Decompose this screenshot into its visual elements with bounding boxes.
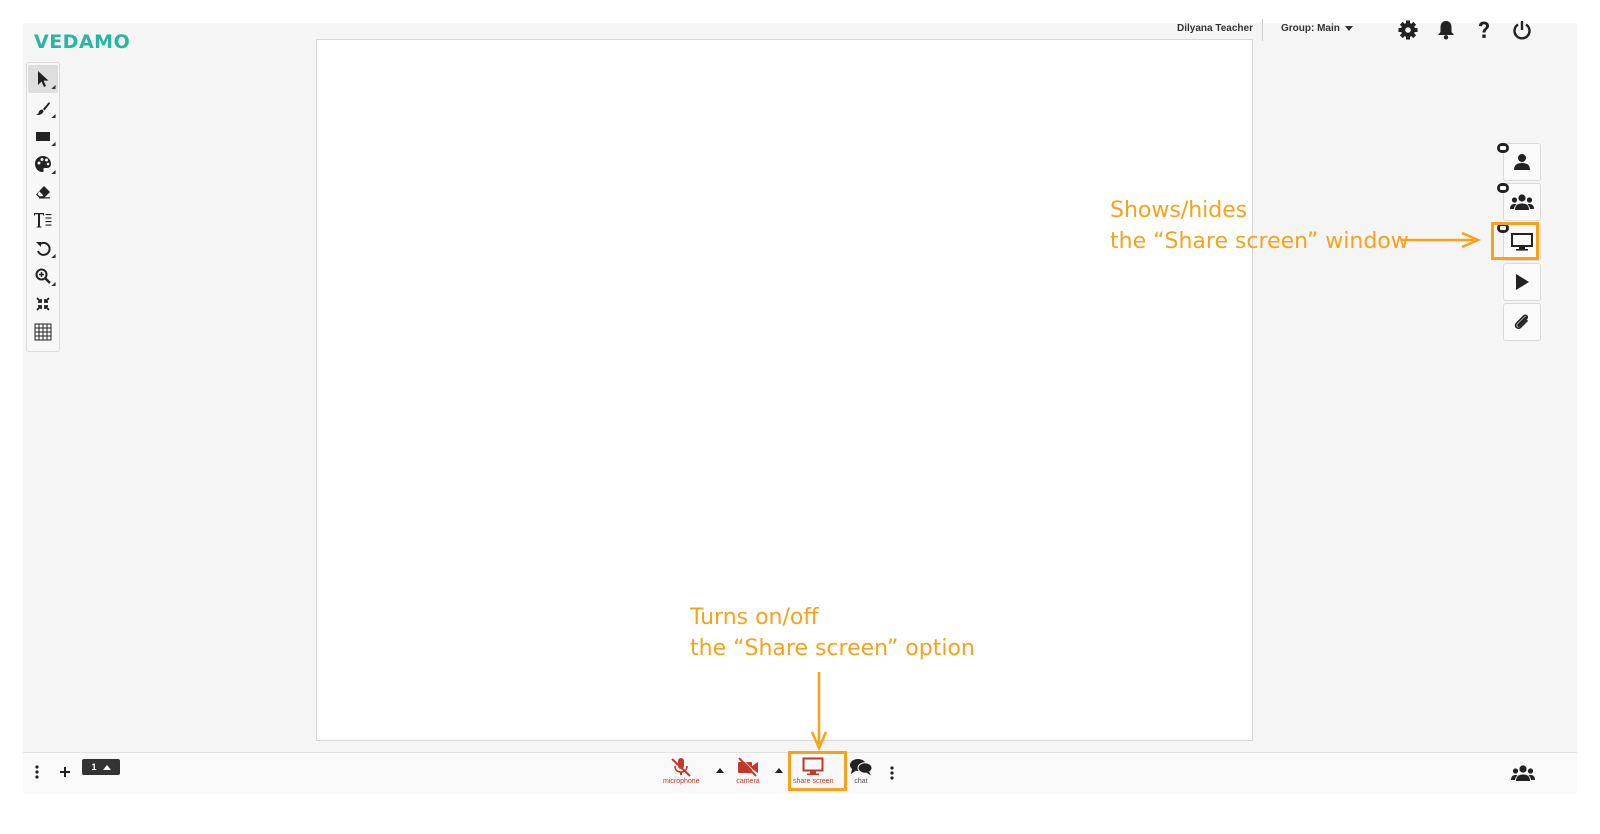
annotation-line: Turns on/off <box>690 605 819 630</box>
chat-label: chat <box>854 778 868 785</box>
page-menu-button[interactable] <box>35 765 39 784</box>
add-page-button[interactable] <box>59 765 71 783</box>
teacher-video-toggle[interactable] <box>1497 143 1541 181</box>
microphone-off-icon <box>671 758 691 777</box>
camera-badge-icon <box>1497 143 1509 153</box>
top-header: Dilyana Teacher Group: Main <box>1160 16 1555 46</box>
drawing-toolbar <box>26 62 60 352</box>
notifications-button[interactable] <box>1433 16 1459 44</box>
vedamo-logo: VEDAMO <box>34 31 131 53</box>
more-options-button[interactable] <box>890 766 894 785</box>
question-icon <box>1479 21 1489 38</box>
microphone-options-chevron[interactable] <box>716 768 724 773</box>
plus-icon <box>60 767 70 777</box>
paperclip-icon <box>1514 314 1529 330</box>
camera-options-chevron[interactable] <box>775 768 783 773</box>
page-number: 1 <box>91 762 97 772</box>
rectangle-icon <box>36 132 50 141</box>
text-tool[interactable] <box>28 206 58 234</box>
eraser-icon <box>36 186 50 199</box>
annotation-line: the “Share screen” option <box>690 636 975 661</box>
user-name: Dilyana Teacher <box>1177 23 1253 34</box>
zoom-tool[interactable] <box>28 262 58 290</box>
undo-tool[interactable] <box>28 234 58 262</box>
camera-off-icon <box>738 757 758 777</box>
annotation-arrow-right <box>1402 231 1482 249</box>
gear-icon <box>1398 20 1418 40</box>
share-screen-button-highlight <box>788 751 847 791</box>
page-selector[interactable]: 1 <box>82 759 120 775</box>
users-icon <box>1511 765 1535 781</box>
eraser-tool[interactable] <box>28 178 58 206</box>
settings-button[interactable] <box>1395 16 1421 44</box>
chat-button[interactable]: chat <box>849 757 873 785</box>
grid-icon <box>34 323 52 341</box>
microphone-label: microphone <box>663 778 700 785</box>
select-tool[interactable] <box>28 65 58 93</box>
camera-label: camera <box>736 778 760 785</box>
grid-tool[interactable] <box>28 318 58 346</box>
brush-icon <box>36 102 50 115</box>
play-icon <box>1516 274 1529 290</box>
zoom-in-icon <box>35 268 51 284</box>
group-selector[interactable]: Group: Main <box>1281 23 1353 34</box>
more-vertical-icon <box>890 766 894 780</box>
text-icon <box>34 213 52 228</box>
bell-icon <box>1438 21 1454 40</box>
chevron-down-icon <box>1344 26 1353 31</box>
app-window: VEDAMO <box>23 23 1577 793</box>
participants-video-toggle[interactable] <box>1497 183 1541 221</box>
shape-tool[interactable] <box>28 122 58 150</box>
camera-button[interactable]: camera <box>736 757 760 785</box>
cursor-arrow-icon <box>38 71 49 87</box>
chevron-up-icon <box>102 764 111 770</box>
chat-icon <box>850 759 873 776</box>
users-icon <box>1510 194 1534 210</box>
exit-button[interactable] <box>1509 16 1535 44</box>
power-icon <box>1513 21 1531 40</box>
fit-tool[interactable] <box>28 290 58 318</box>
pen-tool[interactable] <box>28 94 58 122</box>
annotation-line: the “Share screen” window <box>1110 229 1409 254</box>
more-vertical-icon <box>35 765 39 779</box>
share-screen-option-annotation: Turns on/off the “Share screen” option <box>690 602 975 664</box>
share-screen-window-annotation: Shows/hides the “Share screen” window <box>1110 195 1409 257</box>
user-icon <box>1514 154 1530 170</box>
participants-button[interactable] <box>1511 764 1535 787</box>
annotation-line: Shows/hides <box>1110 198 1248 223</box>
share-screen-window-highlight <box>1491 222 1539 260</box>
help-button[interactable] <box>1471 16 1497 44</box>
files-toggle[interactable] <box>1503 303 1541 341</box>
compress-icon <box>36 297 50 311</box>
media-player-toggle[interactable] <box>1503 263 1541 301</box>
color-tool[interactable] <box>28 150 58 178</box>
group-label: Group: Main <box>1281 23 1340 34</box>
undo-icon <box>36 241 51 256</box>
microphone-button[interactable]: microphone <box>663 757 700 785</box>
header-divider <box>1262 19 1263 41</box>
camera-badge-icon <box>1497 183 1509 193</box>
annotation-arrow-down <box>810 672 828 752</box>
palette-icon <box>35 156 51 172</box>
